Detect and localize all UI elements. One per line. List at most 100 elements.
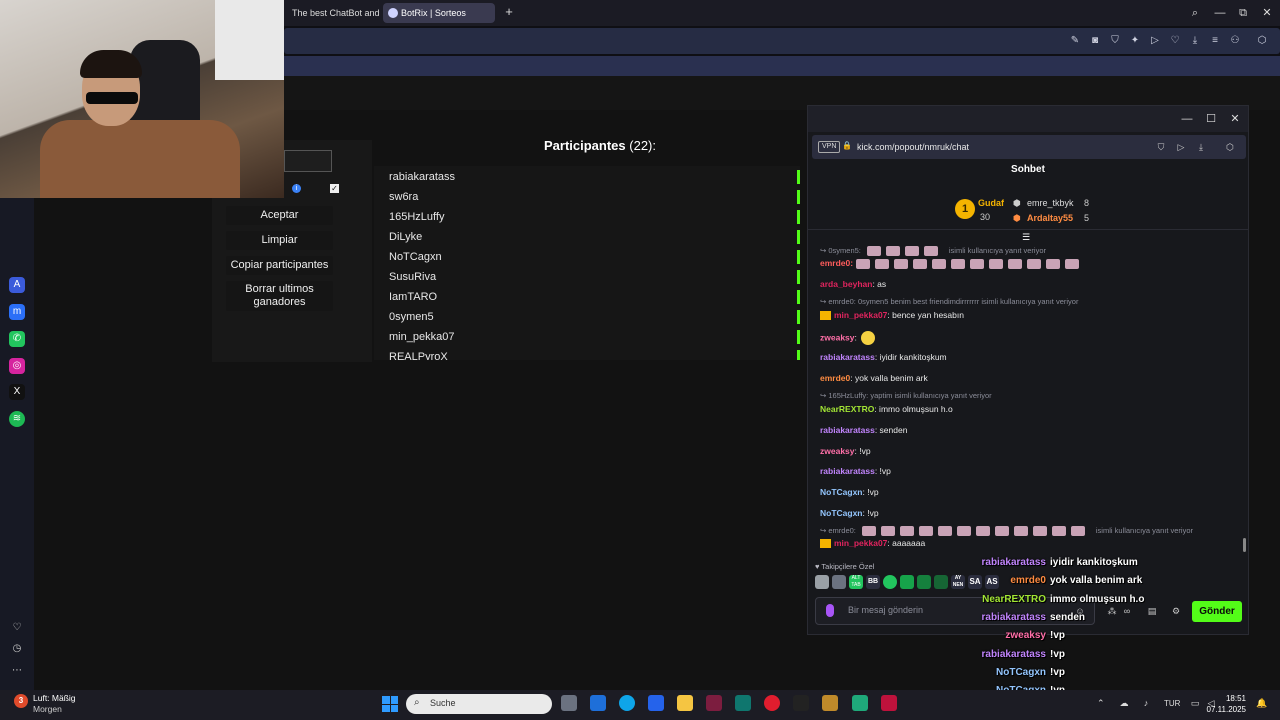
start-icon[interactable] [382, 696, 398, 712]
more-icon[interactable]: ⋯ [9, 663, 25, 679]
rank-medal-icon: 1 [955, 199, 975, 219]
clear-button[interactable]: Limpiar [226, 231, 333, 250]
new-tab-button[interactable]: + [502, 5, 516, 19]
chat-scrollbar[interactable] [1243, 538, 1246, 552]
kick-logo-icon: K [797, 270, 800, 284]
emote[interactable]: BB [866, 575, 880, 589]
shield-icon[interactable]: ⛉ [1108, 34, 1122, 48]
keyword-input[interactable] [284, 150, 332, 172]
chat-text: : !vp [862, 487, 879, 497]
folder-icon[interactable] [677, 695, 693, 711]
extension-icon[interactable]: ✦ [1128, 34, 1142, 48]
chat-username[interactable]: rabiakaratass [820, 352, 875, 362]
chat-title: Sohbet [1011, 164, 1045, 175]
whatsapp-icon[interactable]: ✆ [9, 331, 25, 347]
chat-username[interactable]: NoTCagxn [820, 508, 863, 518]
emote [913, 258, 928, 269]
tab-botrix[interactable]: BotRix | Sorteos [383, 3, 495, 23]
app-icon[interactable] [881, 695, 897, 711]
clock-time[interactable]: 18:51 [1220, 694, 1246, 703]
delete-winners-button[interactable]: Borrar ultimos ganadores [226, 281, 333, 311]
restore-button[interactable]: ⧉ [1234, 6, 1252, 20]
chat-username[interactable]: rabiakaratass [820, 425, 875, 435]
leaderboard-second-name[interactable]: emre_tkbyk [1027, 198, 1074, 208]
profile-icon[interactable]: ⚇ [1228, 34, 1242, 48]
info-icon[interactable]: i [292, 184, 301, 193]
chat-username[interactable]: emrde0: [820, 258, 853, 268]
epic-games-icon[interactable] [793, 695, 809, 711]
download-icon[interactable]: ⤓ [1188, 34, 1202, 48]
overlay-username: emrde0 [1010, 575, 1046, 587]
edge-icon[interactable] [619, 695, 635, 711]
messenger-icon[interactable]: m [9, 304, 25, 320]
app-icon[interactable] [822, 695, 838, 711]
store-icon[interactable] [648, 695, 664, 711]
outlook-icon[interactable] [590, 695, 606, 711]
close-button[interactable]: ✕ [1258, 6, 1276, 20]
cube-icon[interactable]: ⬡ [1224, 141, 1236, 153]
history-icon[interactable]: ◷ [9, 641, 25, 657]
participant-name: sw6ra [389, 191, 419, 203]
shield-icon[interactable]: ⛉ [1155, 141, 1167, 153]
clock-date[interactable]: 07.11.2025 [1200, 705, 1246, 714]
app-icon[interactable] [735, 695, 751, 711]
taskbar-search[interactable] [406, 694, 552, 714]
minimize-button[interactable]: — [1211, 6, 1229, 20]
weather-icon[interactable]: 3 [14, 694, 28, 708]
heart-icon[interactable]: ♡ [1168, 34, 1182, 48]
chat-text: : [854, 332, 857, 343]
chat-username[interactable]: min_pekka07 [834, 538, 887, 548]
app-icon[interactable] [706, 695, 722, 711]
chat-username[interactable]: zweaksy [820, 332, 855, 342]
task-view-icon[interactable] [561, 695, 577, 711]
spotify-icon[interactable]: ≋ [9, 411, 25, 427]
mic-icon[interactable] [826, 604, 834, 617]
emote[interactable]: ALT TAB [849, 575, 863, 589]
emote[interactable] [883, 575, 897, 589]
weather-subtitle[interactable]: Morgen [33, 704, 62, 714]
webcam-hair [80, 50, 142, 78]
mic-icon[interactable]: ♪ [1141, 698, 1151, 708]
chat-username[interactable]: rabiakaratass [820, 466, 875, 476]
download-icon[interactable]: ⤓ [1195, 141, 1207, 153]
monitor-icon[interactable]: ▭ [1190, 698, 1200, 708]
tab-chatbot[interactable]: The best ChatBot and Wi [284, 3, 382, 23]
play-icon[interactable]: ▷ [1148, 34, 1162, 48]
chat-username[interactable]: zweaksy [820, 446, 855, 456]
heart-icon[interactable]: ♡ [9, 620, 25, 636]
weather-title[interactable]: Luft: Mäßig [33, 693, 76, 703]
cube-icon[interactable]: ⬡ [1255, 34, 1269, 48]
leaderboard-first-name[interactable]: Gudaf [978, 198, 1004, 208]
option-checkbox[interactable]: ✓ [330, 184, 339, 193]
instagram-icon[interactable]: ◎ [9, 358, 25, 374]
chat-close-button[interactable]: ✕ [1228, 112, 1242, 126]
chat-username[interactable]: min_pekka07 [834, 310, 887, 320]
copy-participants-button[interactable]: Copiar participantes [226, 256, 333, 275]
chat-url[interactable]: kick.com/popout/nmruk/chat [857, 141, 969, 153]
language-indicator[interactable]: TUR [1164, 699, 1180, 708]
opera-icon[interactable] [764, 695, 780, 711]
chat-username[interactable]: NearREXTRO [820, 404, 874, 414]
emote [975, 526, 990, 537]
emote[interactable] [815, 575, 829, 589]
accept-button[interactable]: Aceptar [226, 206, 333, 225]
x-icon[interactable]: X [9, 384, 25, 400]
cloud-icon[interactable]: ☁ [1119, 698, 1129, 708]
chat-maximize-button[interactable]: ☐ [1204, 112, 1218, 126]
chat-minimize-button[interactable]: — [1180, 112, 1194, 126]
menu-icon[interactable]: ≡ [1208, 34, 1222, 48]
app-icon[interactable] [852, 695, 868, 711]
aria-icon[interactable]: A [9, 277, 25, 293]
tray-chevron-icon[interactable]: ⌃ [1097, 698, 1105, 709]
edit-icon[interactable]: ✎ [1068, 34, 1082, 48]
camera-icon[interactable]: ◙ [1088, 34, 1102, 48]
chat-username[interactable]: arda_beyhan [820, 279, 872, 289]
chat-username[interactable]: NoTCagxn [820, 487, 863, 497]
chat-username[interactable]: emrde0 [820, 373, 850, 383]
leaderboard-third-name[interactable]: Ardaltay55 [1027, 213, 1073, 223]
notification-icon[interactable]: 🔔 [1256, 698, 1267, 708]
emote[interactable] [832, 575, 846, 589]
search-icon[interactable]: ⌕ [1186, 6, 1204, 20]
vpn-badge[interactable]: VPN [818, 141, 841, 153]
play-icon[interactable]: ▷ [1175, 141, 1187, 153]
